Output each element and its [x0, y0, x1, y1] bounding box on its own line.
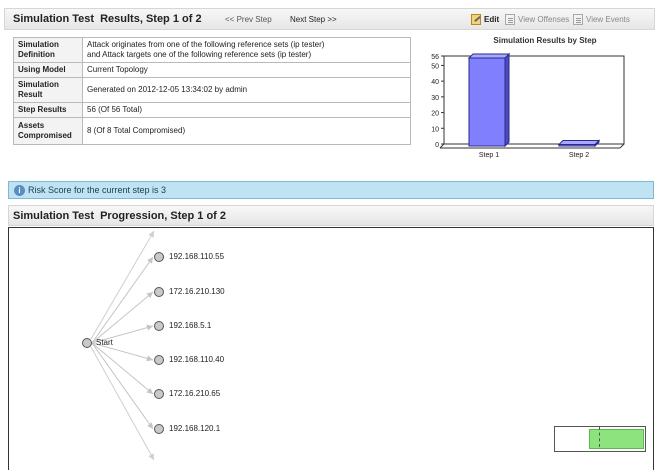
- results-bar-chart: 0 10 20 30 40 50 56 Step 1 Step 2: [431, 52, 625, 159]
- view-offenses-label: View Offenses: [518, 15, 570, 24]
- y-tick-label: 56: [431, 54, 439, 61]
- row-label: Step Results: [13, 102, 83, 118]
- progression-graph[interactable]: 192.168.110.55 172.16.210.130 192.168.5.1 1…: [8, 227, 654, 470]
- table-row: Simulation Definition Attack originates …: [13, 37, 411, 63]
- graph-node: [154, 355, 164, 365]
- row-value: Attack originates from one of the follow…: [82, 37, 411, 63]
- simulation-info-table: Simulation Definition Attack originates …: [13, 37, 411, 145]
- chart-bar: [468, 57, 506, 147]
- document-icon: [505, 14, 515, 25]
- row-value-line: Attack originates from one of the follow…: [87, 40, 325, 49]
- next-step-link[interactable]: Next Step >>: [290, 15, 337, 24]
- graph-edge: [90, 230, 155, 340]
- results-title-name: Simulation Test: [13, 13, 95, 25]
- graph-node: [154, 389, 164, 399]
- x-tick-label: Step 1: [479, 152, 499, 159]
- graph-node: [154, 252, 164, 262]
- edge-arrow: [146, 324, 153, 331]
- node-label[interactable]: 192.168.120.1: [169, 424, 220, 433]
- y-tick-label: 30: [431, 95, 439, 102]
- view-events-label: View Events: [586, 15, 630, 24]
- start-node-label[interactable]: Start: [96, 338, 113, 347]
- results-header: Simulation Test Results, Step 1 of 2 << P…: [4, 8, 655, 30]
- chart-floor-left: [439, 143, 445, 149]
- y-tick-label: 40: [431, 79, 439, 86]
- start-node: [82, 338, 92, 348]
- y-tick-label: 20: [431, 111, 439, 118]
- table-row: Step Results 56 (Of 56 Total): [13, 102, 411, 118]
- results-title-step: Results, Step 1 of 2: [100, 13, 202, 25]
- y-tick-label: 0: [435, 142, 439, 149]
- row-label: Simulation Result: [13, 77, 83, 103]
- node-label[interactable]: 192.168.110.40: [169, 355, 224, 364]
- edit-label: Edit: [484, 15, 500, 24]
- table-row: Assets Compromised 8 (Of 8 Total Comprom…: [13, 117, 411, 145]
- edit-icon: [471, 14, 481, 25]
- table-row: Simulation Result Generated on 2012-12-0…: [13, 77, 411, 103]
- graph-node: [154, 321, 164, 331]
- row-value: 8 (Of 8 Total Compromised): [82, 117, 411, 145]
- graph-edge: [90, 346, 155, 461]
- progression-title-step: Progression, Step 1 of 2: [100, 209, 227, 222]
- edge-arrow: [148, 231, 154, 238]
- edge-arrow: [146, 355, 153, 362]
- view-events-button[interactable]: View Events: [573, 14, 630, 25]
- graph-node: [154, 424, 164, 434]
- row-label: Simulation Definition: [13, 37, 83, 63]
- risk-score-bar: i Risk Score for the current step is 3: [8, 181, 654, 199]
- row-value: 56 (Of 56 Total): [82, 102, 411, 118]
- node-label[interactable]: 192.168.5.1: [169, 321, 211, 330]
- table-row: Using Model Current Topology: [13, 62, 411, 78]
- row-value: Current Topology: [82, 62, 411, 78]
- progression-header: Simulation Test Progression, Step 1 of 2: [8, 205, 654, 226]
- edit-button[interactable]: Edit: [471, 14, 499, 25]
- row-value-line: and Attack targets one of the following …: [87, 50, 312, 59]
- minimap-divider: [599, 427, 601, 447]
- view-offenses-button[interactable]: View Offenses: [505, 14, 569, 25]
- row-label: Assets Compromised: [13, 117, 83, 145]
- prev-step-link[interactable]: << Prev Step: [225, 15, 272, 24]
- graph-node: [154, 287, 164, 297]
- node-label[interactable]: 172.16.210.130: [169, 287, 225, 296]
- row-value: Generated on 2012-12-05 13:34:02 by admi…: [82, 77, 411, 103]
- node-label[interactable]: 172.16.210.65: [169, 389, 220, 398]
- edge-arrow: [148, 453, 154, 460]
- chart-bar-top: [557, 140, 601, 145]
- y-tick-label: 10: [431, 126, 439, 133]
- chart-bar-top: [467, 53, 511, 59]
- chart-title: Simulation Results by Step: [493, 36, 597, 45]
- results-title: Simulation Test Results, Step 1 of 2: [13, 13, 202, 25]
- chart-floor-right: [619, 143, 625, 149]
- row-label: Using Model: [13, 62, 83, 78]
- y-tick-label: 50: [431, 63, 439, 70]
- document-icon: [573, 14, 583, 25]
- chart-bar-side: [504, 52, 510, 148]
- node-label[interactable]: 192.168.110.55: [169, 252, 224, 261]
- x-tick-label: Step 2: [569, 152, 589, 159]
- progression-title-name: Simulation Test: [13, 209, 95, 222]
- minimap-viewport[interactable]: [589, 429, 644, 449]
- risk-score-text: Risk Score for the current step is 3: [28, 185, 167, 195]
- info-icon: i: [14, 184, 25, 196]
- graph-minimap[interactable]: [554, 426, 646, 452]
